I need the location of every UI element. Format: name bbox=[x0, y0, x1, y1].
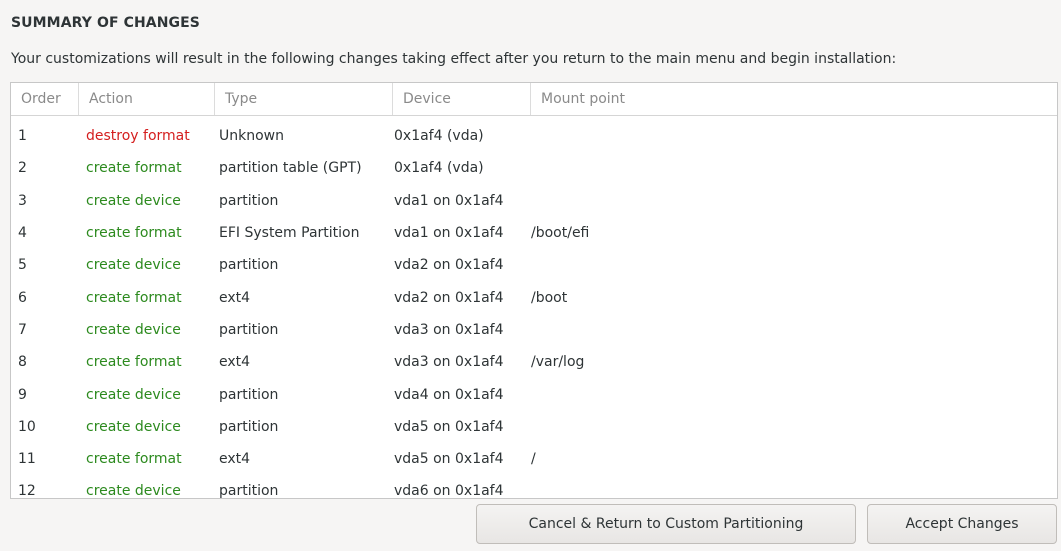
column-header-order[interactable]: Order bbox=[11, 83, 79, 115]
row-type-cell: ext4 bbox=[219, 354, 251, 371]
row-device-cell: vda2 on 0x1af4 bbox=[394, 289, 504, 306]
row-type-cell: Unknown bbox=[219, 128, 284, 145]
row-device-cell: vda4 on 0x1af4 bbox=[394, 386, 504, 403]
table-row[interactable]: 2 create format partition table (GPT) 0x1af… bbox=[11, 152, 1057, 184]
row-type-cell: partition bbox=[219, 418, 279, 435]
row-device-cell: vda2 on 0x1af4 bbox=[394, 257, 504, 274]
row-action-cell: create device bbox=[86, 321, 181, 338]
row-device-cell: 0x1af4 (vda) bbox=[394, 128, 484, 145]
row-order-cell: 1 bbox=[18, 128, 27, 145]
row-action-cell: create format bbox=[86, 160, 182, 177]
row-mount-point-cell: / bbox=[531, 451, 536, 468]
row-order-cell: 5 bbox=[18, 257, 27, 274]
row-action-cell: create format bbox=[86, 289, 182, 306]
row-type-cell: partition bbox=[219, 321, 279, 338]
row-order-cell: 12 bbox=[18, 483, 36, 499]
row-type-cell: ext4 bbox=[219, 451, 251, 468]
row-action-cell: create device bbox=[86, 257, 181, 274]
row-order-cell: 4 bbox=[18, 225, 27, 242]
accept-changes-button[interactable]: Accept Changes bbox=[867, 504, 1057, 544]
row-action-cell: create device bbox=[86, 386, 181, 403]
row-mount-point-cell: /boot/efi bbox=[531, 225, 590, 242]
column-header-action[interactable]: Action bbox=[79, 83, 215, 115]
table-row[interactable]: 3 create device partition vda1 on 0x1af4 bbox=[11, 185, 1057, 217]
table-header: Order Action Type Device Mount point bbox=[11, 83, 1057, 116]
summary-of-changes-dialog: SUMMARY OF CHANGES Your customizations w… bbox=[0, 0, 1061, 551]
row-order-cell: 6 bbox=[18, 289, 27, 306]
table-row[interactable]: 1 destroy format Unknown 0x1af4 (vda) bbox=[11, 120, 1057, 152]
cancel-return-button[interactable]: Cancel & Return to Custom Partitioning bbox=[476, 504, 856, 544]
table-row[interactable]: 11 create format ext4 vda5 on 0x1af4 / bbox=[11, 443, 1057, 475]
row-order-cell: 3 bbox=[18, 192, 27, 209]
row-action-cell: create format bbox=[86, 225, 182, 242]
row-type-cell: partition bbox=[219, 192, 279, 209]
row-action-cell: destroy format bbox=[86, 128, 190, 145]
row-action-cell: create device bbox=[86, 418, 181, 435]
row-order-cell: 11 bbox=[18, 451, 36, 468]
row-device-cell: vda1 on 0x1af4 bbox=[394, 192, 504, 209]
table-row[interactable]: 5 create device partition vda2 on 0x1af4 bbox=[11, 249, 1057, 281]
table-row[interactable]: 8 create format ext4 vda3 on 0x1af4/var/log bbox=[11, 346, 1057, 378]
row-device-cell: vda5 on 0x1af4 bbox=[394, 418, 504, 435]
changes-table: Order Action Type Device Mount point 1 de… bbox=[10, 82, 1058, 499]
table-row[interactable]: 6 create format ext4 vda2 on 0x1af4/boot bbox=[11, 281, 1057, 313]
row-device-cell: vda1 on 0x1af4 bbox=[394, 225, 504, 242]
table-row[interactable]: 10 create device partition vda5 on 0x1af4 bbox=[11, 411, 1057, 443]
row-type-cell: partition bbox=[219, 257, 279, 274]
column-header-type[interactable]: Type bbox=[215, 83, 393, 115]
row-type-cell: EFI System Partition bbox=[219, 225, 360, 242]
dialog-description: Your customizations will result in the f… bbox=[11, 51, 897, 67]
row-type-cell: partition bbox=[219, 483, 279, 499]
row-order-cell: 7 bbox=[18, 321, 27, 338]
row-order-cell: 2 bbox=[18, 160, 27, 177]
row-action-cell: create format bbox=[86, 451, 182, 468]
row-action-cell: create format bbox=[86, 354, 182, 371]
column-header-mount-point[interactable]: Mount point bbox=[531, 83, 1057, 115]
row-device-cell: vda3 on 0x1af4 bbox=[394, 354, 504, 371]
row-order-cell: 9 bbox=[18, 386, 27, 403]
table-row[interactable]: 4 create format EFI System Partition vda1 o… bbox=[11, 217, 1057, 249]
row-mount-point-cell: /var/log bbox=[531, 354, 585, 371]
dialog-title: SUMMARY OF CHANGES bbox=[11, 15, 200, 31]
row-mount-point-cell: /boot bbox=[531, 289, 568, 306]
row-device-cell: vda5 on 0x1af4 bbox=[394, 451, 504, 468]
table-body: 1 destroy format Unknown 0x1af4 (vda) 2 creat… bbox=[11, 116, 1057, 499]
row-action-cell: create device bbox=[86, 192, 181, 209]
row-type-cell: partition bbox=[219, 386, 279, 403]
row-type-cell: partition table (GPT) bbox=[219, 160, 362, 177]
row-type-cell: ext4 bbox=[219, 289, 251, 306]
table-row[interactable]: 9 create device partition vda4 on 0x1af4 bbox=[11, 378, 1057, 410]
row-order-cell: 10 bbox=[18, 418, 36, 435]
column-header-device[interactable]: Device bbox=[393, 83, 531, 115]
table-row[interactable]: 12 create device partition vda6 on 0x1af4 bbox=[11, 475, 1057, 499]
row-device-cell: 0x1af4 (vda) bbox=[394, 160, 484, 177]
row-order-cell: 8 bbox=[18, 354, 27, 371]
row-action-cell: create device bbox=[86, 483, 181, 499]
table-row[interactable]: 7 create device partition vda3 on 0x1af4 bbox=[11, 314, 1057, 346]
row-device-cell: vda3 on 0x1af4 bbox=[394, 321, 504, 338]
row-device-cell: vda6 on 0x1af4 bbox=[394, 483, 504, 499]
